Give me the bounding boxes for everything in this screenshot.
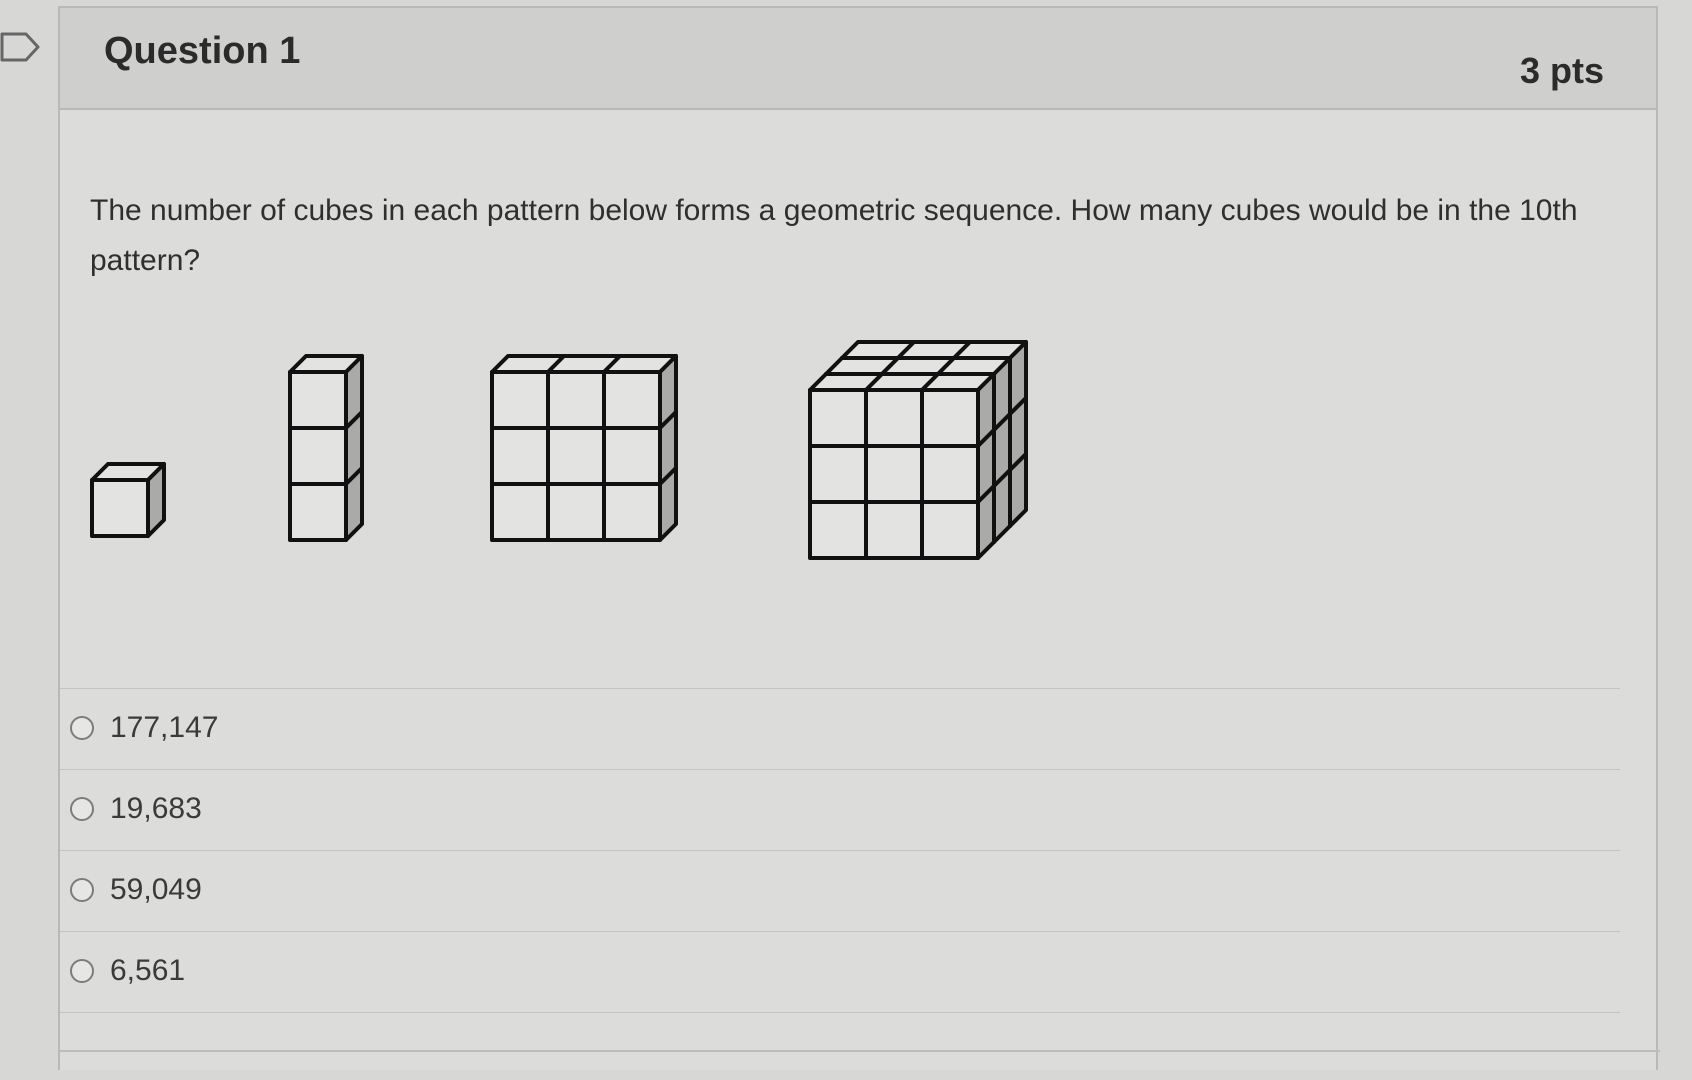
cube-front-face bbox=[602, 426, 662, 486]
cube-front-face bbox=[546, 370, 606, 430]
cube-front-face bbox=[546, 482, 606, 542]
cube-front-face bbox=[546, 426, 606, 486]
radio-button[interactable] bbox=[70, 797, 94, 821]
answer-list: 177,147 19,683 59,049 6,561 bbox=[60, 688, 1620, 1013]
cube-side-face bbox=[1008, 452, 1028, 528]
cube-front-face bbox=[288, 426, 348, 486]
cube-front-face bbox=[602, 370, 662, 430]
question-flag-icon[interactable] bbox=[0, 30, 42, 64]
answer-option[interactable]: 6,561 bbox=[60, 931, 1620, 1013]
cube-front-face bbox=[920, 500, 980, 560]
question-title: Question 1 bbox=[104, 30, 301, 72]
cube-front-face bbox=[920, 444, 980, 504]
cube-front-face bbox=[808, 388, 868, 448]
cube-front-face bbox=[864, 500, 924, 560]
cube-front-face bbox=[288, 482, 348, 542]
answer-label: 19,683 bbox=[110, 792, 202, 825]
question-card: Question 1 3 pts The number of cubes in … bbox=[58, 6, 1660, 1070]
answer-label: 59,049 bbox=[110, 873, 202, 906]
cube-front-face bbox=[864, 388, 924, 448]
cube-front-face bbox=[490, 482, 550, 542]
answer-option[interactable]: 59,049 bbox=[60, 850, 1620, 931]
cube-front-face bbox=[808, 444, 868, 504]
cube-front-face bbox=[288, 370, 348, 430]
cube-front-face bbox=[490, 370, 550, 430]
cube-side-face bbox=[976, 484, 996, 560]
cube-front-face bbox=[90, 478, 150, 538]
cube-side-face bbox=[146, 462, 166, 538]
answer-label: 6,561 bbox=[110, 954, 186, 987]
cube-side-face bbox=[658, 466, 678, 542]
answer-option[interactable]: 19,683 bbox=[60, 769, 1620, 850]
question-text: The number of cubes in each pattern belo… bbox=[90, 194, 1578, 277]
question-points: 3 pts bbox=[1519, 50, 1604, 91]
cube-pattern-figure bbox=[90, 340, 1028, 560]
cube-front-face bbox=[864, 444, 924, 504]
cube-side-face bbox=[344, 466, 364, 542]
cube-front-face bbox=[920, 388, 980, 448]
radio-button[interactable] bbox=[70, 878, 94, 902]
cube-side-face bbox=[992, 468, 1012, 544]
question-header: Question 1 3 pts bbox=[60, 8, 1656, 110]
cube-front-face bbox=[490, 426, 550, 486]
cube-front-face bbox=[602, 482, 662, 542]
answer-label: 177,147 bbox=[110, 711, 219, 744]
divider bbox=[60, 1050, 1660, 1052]
answer-option[interactable]: 177,147 bbox=[60, 688, 1620, 769]
cube-front-face bbox=[808, 500, 868, 560]
radio-button[interactable] bbox=[70, 716, 94, 740]
radio-button[interactable] bbox=[70, 959, 94, 983]
